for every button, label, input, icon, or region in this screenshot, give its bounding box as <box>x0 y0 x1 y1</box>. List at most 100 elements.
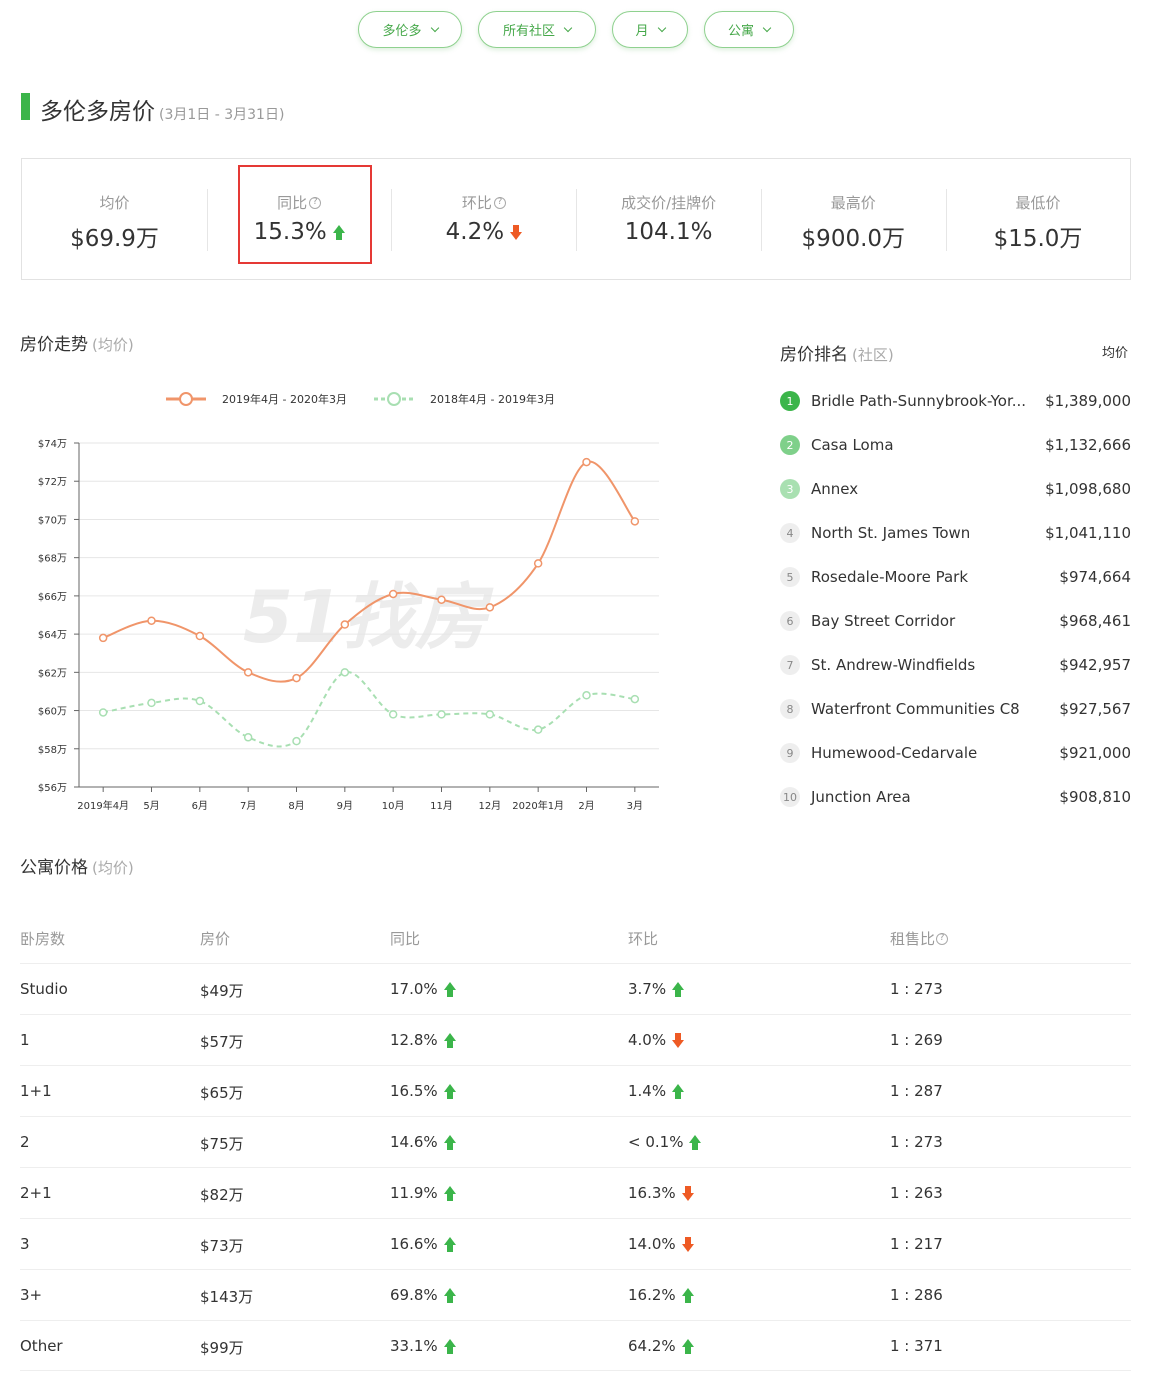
arrow-down-icon <box>672 1032 685 1048</box>
cell-yoy-text: 16.6% <box>390 1235 438 1253</box>
cell-price-text: $57万 <box>200 1033 244 1051</box>
watermark-logo: 51找房 <box>243 575 494 659</box>
stat-label-text: 均价 <box>99 194 130 212</box>
price-trend-chart: 51找房 $56万 $58万 $60万 $62万 $64万 $66万 $68万 $70万 $72万… <box>38 392 659 812</box>
cell-mom-text: 16.2% <box>628 1286 676 1304</box>
community-name: Rosedale-Moore Park <box>811 568 969 586</box>
cell-ratio-text: 1 : 263 <box>890 1184 943 1202</box>
header-price: 房价 <box>200 930 231 948</box>
filter-community[interactable]: 所有社区 <box>478 11 596 48</box>
x-tick-label: 2月 <box>578 800 594 812</box>
arrow-down-icon <box>681 1185 694 1201</box>
cell-price: $49万 <box>200 980 244 1001</box>
table-row: 3 $73万 16.6% 14.0% 1 : 217 <box>20 1218 1131 1269</box>
y-tick-label: $64万 <box>38 630 67 641</box>
x-tick-label: 3月 <box>627 800 643 812</box>
ranking-item[interactable]: 2 Casa Loma $1,132,666 <box>780 433 1131 457</box>
ranking-item[interactable]: 3 Annex $1,098,680 <box>780 477 1131 501</box>
question-circle-icon[interactable]: ? <box>936 932 949 945</box>
stat-value: $900.0万 <box>761 219 946 253</box>
page-title: 多伦多房价 (3月1日 - 3月31日) <box>40 92 284 126</box>
data-point <box>533 559 543 568</box>
cell-mom-text: 14.0% <box>628 1235 676 1253</box>
cell-ratio-text: 1 : 269 <box>890 1031 943 1049</box>
rank-badge: 10 <box>780 787 800 807</box>
rank-badge: 9 <box>780 743 800 763</box>
arrow-up-icon <box>443 981 456 997</box>
cell-ratio: 1 : 286 <box>890 1286 943 1304</box>
ranking-column-label: 均价 <box>1102 346 1129 361</box>
data-point <box>243 668 253 677</box>
ranking-section-title: 房价排名 (社区) <box>780 340 894 365</box>
table-header: 卧房数 房价 同比 环比 租售比 ? <box>20 928 1131 948</box>
community-price: $1,132,666 <box>1045 436 1131 454</box>
rank-badge: 6 <box>780 611 800 631</box>
stat-value-text: $900.0万 <box>801 226 906 252</box>
arrow-up-icon <box>443 1185 456 1201</box>
community-name: St. Andrew-Windfields <box>811 656 976 674</box>
cell-yoy: 16.6% <box>390 1235 456 1253</box>
cell-beds-text: 2+1 <box>20 1184 52 1202</box>
cell-ratio-text: 1 : 273 <box>890 1133 943 1151</box>
data-point <box>195 696 205 706</box>
ranking-title-text: 房价排名 <box>780 345 848 365</box>
cell-mom-text: 1.4% <box>628 1082 667 1100</box>
data-point <box>340 620 350 629</box>
stat-label: 成交价/挂牌价 <box>576 192 761 213</box>
cell-price: $65万 <box>200 1082 244 1103</box>
y-tick-label: $70万 <box>38 515 67 526</box>
ranking-subtitle: (社区) <box>852 346 894 364</box>
cell-yoy: 33.1% <box>390 1337 456 1355</box>
stat-value: 104.1% <box>576 219 761 245</box>
cell-price-text: $82万 <box>200 1186 244 1204</box>
question-circle-icon[interactable]: ? <box>493 196 506 209</box>
filter-type[interactable]: 公寓 <box>704 11 794 48</box>
cell-beds: 3+ <box>20 1286 42 1304</box>
filter-bar: 多伦多 所有社区 月 公寓 <box>0 11 1163 49</box>
filter-period[interactable]: 月 <box>612 11 688 48</box>
cell-ratio: 1 : 273 <box>890 980 943 998</box>
chevron-down-icon <box>762 23 772 33</box>
cell-mom: 1.4% <box>628 1082 685 1100</box>
ranking-item[interactable]: 8 Waterfront Communities C8 $927,567 <box>780 697 1131 721</box>
cell-mom-text: < 0.1% <box>628 1133 684 1151</box>
arrow-up-icon <box>443 1032 456 1048</box>
ranking-item[interactable]: 9 Humewood-Cedarvale $921,000 <box>780 741 1131 765</box>
community-price: $942,957 <box>1059 656 1131 674</box>
community-name: Humewood-Cedarvale <box>811 744 978 762</box>
x-tick-label: 8月 <box>288 800 304 812</box>
cell-price-text: $99万 <box>200 1339 244 1357</box>
ranking-item[interactable]: 5 Rosedale-Moore Park $974,664 <box>780 565 1131 589</box>
chevron-down-icon <box>430 23 439 33</box>
community-price: $921,000 <box>1059 744 1131 762</box>
ranking-item[interactable]: 10 Junction Area $908,810 <box>780 785 1131 809</box>
data-point <box>243 733 253 742</box>
cell-price-text: $65万 <box>200 1084 244 1102</box>
cell-price: $99万 <box>200 1337 244 1358</box>
stat-value-text: 4.2% <box>445 219 505 245</box>
ranking-item[interactable]: 6 Bay Street Corridor $968,461 <box>780 609 1131 633</box>
ranking-item[interactable]: 7 St. Andrew-Windfields $942,957 <box>780 653 1131 677</box>
x-tick-label: 9月 <box>337 800 353 812</box>
summary-stats: 均价 $69.9万 同比? 15.3% 环比? 4.2% 成交价/挂牌价 104.1% 最高价 $… <box>21 158 1131 280</box>
filter-period-label: 月 <box>635 24 649 39</box>
legend-marker <box>179 392 193 406</box>
trend-title-text: 房价走势 <box>20 335 88 355</box>
rank-badge: 4 <box>780 523 800 543</box>
filter-city[interactable]: 多伦多 <box>358 11 462 48</box>
cell-beds: 2 <box>20 1133 30 1151</box>
stat-label: 环比? <box>391 192 576 213</box>
cell-beds-text: Studio <box>20 980 68 998</box>
ranking-item[interactable]: 1 Bridle Path-Sunnybrook-Yor... $1,389,000 <box>780 389 1131 413</box>
cell-price: $73万 <box>200 1235 244 1256</box>
cell-beds-text: 1 <box>20 1031 30 1049</box>
cell-beds: 2+1 <box>20 1184 52 1202</box>
cell-beds: 1+1 <box>20 1082 52 1100</box>
community-price: $1,098,680 <box>1045 480 1131 498</box>
legend-label: 2018年4月 - 2019年3月 <box>430 392 555 406</box>
x-tick-label: 2019年4月 <box>77 799 129 812</box>
stat-label-text: 环比 <box>461 194 492 212</box>
stat-item: 环比? 4.2% <box>391 159 576 279</box>
community-name: Bay Street Corridor <box>811 612 956 630</box>
ranking-item[interactable]: 4 North St. James Town $1,041,110 <box>780 521 1131 545</box>
